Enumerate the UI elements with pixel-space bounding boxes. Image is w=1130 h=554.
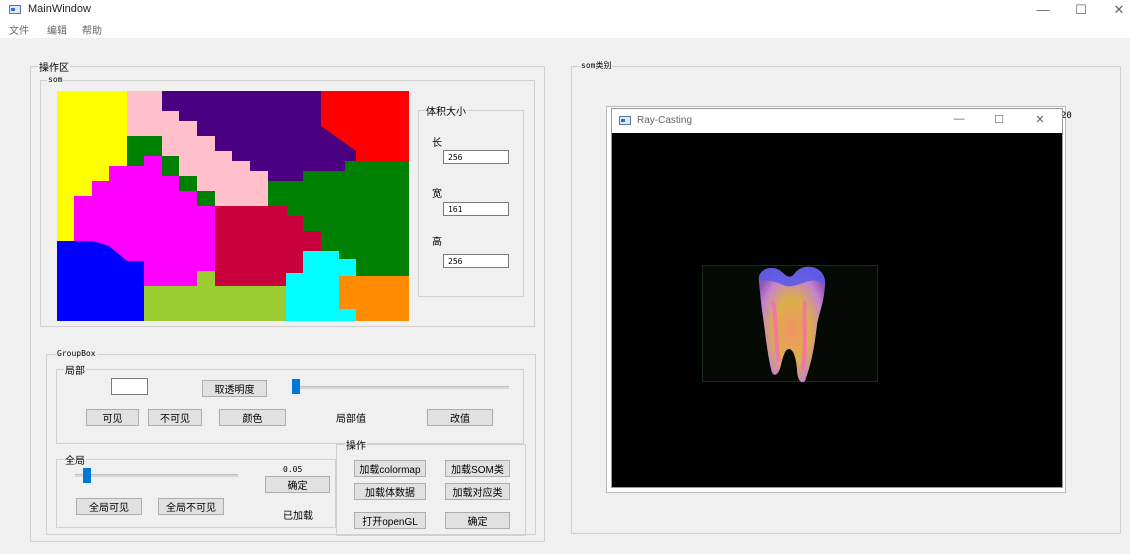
som-group-label: som bbox=[47, 75, 64, 84]
close-icon[interactable]: ✕ bbox=[1109, 2, 1129, 18]
load-volume-button[interactable]: 加载体数据 bbox=[354, 483, 426, 500]
menu-file[interactable]: 文件 bbox=[9, 22, 29, 37]
length-input[interactable]: 256 bbox=[443, 150, 509, 164]
local-group-title: 局部 bbox=[64, 362, 86, 377]
load-colormap-button[interactable]: 加载colormap bbox=[354, 460, 426, 477]
raycasting-minimize-icon[interactable]: — bbox=[949, 113, 969, 125]
invisible-button[interactable]: 不可见 bbox=[148, 409, 202, 426]
raycasting-app-icon bbox=[619, 116, 631, 125]
all-invisible-button[interactable]: 全局不可见 bbox=[158, 498, 224, 515]
height-label: 高 bbox=[432, 237, 442, 248]
global-group-title: 全局 bbox=[64, 452, 86, 467]
load-class-map-button[interactable]: 加载对应类 bbox=[445, 483, 510, 500]
app-icon bbox=[9, 5, 21, 14]
color-button[interactable]: 颜色 bbox=[219, 409, 286, 426]
local-value-label: 局部值 bbox=[336, 414, 366, 425]
ops-group-title: 操作 bbox=[345, 437, 367, 452]
raycasting-maximize-icon[interactable]: ☐ bbox=[989, 113, 1009, 126]
load-status: 已加载 bbox=[283, 511, 313, 522]
menu-bar: 文件 编辑 帮助 bbox=[0, 20, 1130, 38]
raycasting-title: Ray-Casting bbox=[637, 115, 693, 126]
som-class-title: som类别 bbox=[580, 60, 613, 71]
volume-size-title: 体积大小 bbox=[425, 103, 467, 118]
menu-help[interactable]: 帮助 bbox=[82, 22, 102, 37]
title-bar: MainWindow — ☐ ✕ bbox=[0, 0, 1130, 20]
width-label: 宽 bbox=[432, 189, 442, 200]
global-slider-track[interactable] bbox=[75, 474, 238, 477]
groupbox-title: GroupBox bbox=[56, 349, 97, 358]
change-value-button[interactable]: 改值 bbox=[427, 409, 493, 426]
global-slider-handle[interactable] bbox=[82, 468, 91, 483]
window-title: MainWindow bbox=[28, 3, 91, 15]
menu-edit[interactable]: 编辑 bbox=[47, 22, 67, 37]
ops-confirm-button[interactable]: 确定 bbox=[445, 512, 510, 529]
tooth-render bbox=[758, 266, 826, 383]
all-visible-button[interactable]: 全局可见 bbox=[76, 498, 142, 515]
local-color-input[interactable] bbox=[111, 378, 148, 395]
width-input[interactable]: 161 bbox=[443, 202, 509, 216]
raycasting-window[interactable]: Ray-Casting — ☐ ✕ bbox=[611, 108, 1063, 488]
raycasting-viewport[interactable] bbox=[612, 133, 1062, 487]
operation-area-title: 操作区 bbox=[38, 59, 70, 74]
raycasting-close-icon[interactable]: ✕ bbox=[1030, 113, 1050, 126]
maximize-icon[interactable]: ☐ bbox=[1071, 2, 1091, 18]
length-label: 长 bbox=[432, 138, 442, 149]
som-cluster-map[interactable] bbox=[57, 91, 409, 321]
opacity-slider-track[interactable] bbox=[292, 386, 509, 389]
minimize-icon[interactable]: — bbox=[1033, 2, 1053, 17]
opacity-button[interactable]: 取透明度 bbox=[202, 380, 267, 397]
opacity-slider-handle[interactable] bbox=[292, 379, 300, 394]
load-som-class-button[interactable]: 加载SOM类 bbox=[445, 460, 510, 477]
global-value-text: 0.05 bbox=[283, 465, 303, 474]
global-confirm-button[interactable]: 确定 bbox=[265, 476, 330, 493]
open-opengl-button[interactable]: 打开openGL bbox=[354, 512, 426, 529]
raycasting-titlebar: Ray-Casting — ☐ ✕ bbox=[612, 109, 1062, 133]
height-input[interactable]: 256 bbox=[443, 254, 509, 268]
visible-button[interactable]: 可见 bbox=[86, 409, 139, 426]
